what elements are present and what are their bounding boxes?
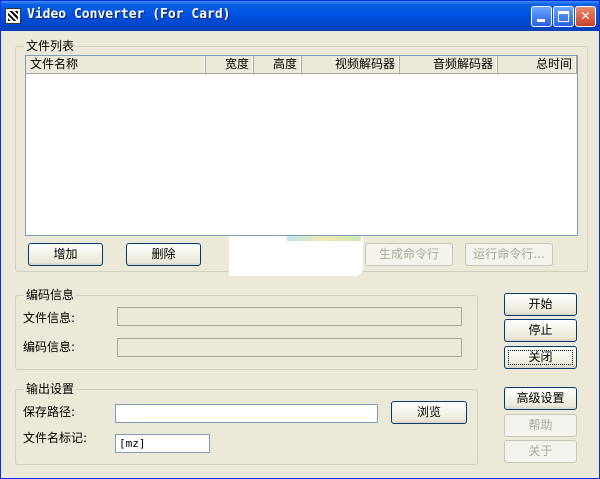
close-window-button[interactable]: ✕: [575, 6, 596, 27]
close-icon: ✕: [580, 9, 591, 23]
encode-info-legend: 编码信息: [24, 288, 77, 302]
file-info-label: 文件信息:: [23, 311, 76, 325]
column-header-audio-codec[interactable]: 音频解码器: [400, 56, 498, 73]
save-path-input[interactable]: [115, 404, 378, 423]
column-header-filename[interactable]: 文件名称: [26, 56, 206, 73]
close-button[interactable]: 关闭: [504, 346, 577, 369]
filename-tag-input[interactable]: [mz]: [115, 434, 210, 453]
minimize-button[interactable]: [531, 6, 552, 27]
start-button[interactable]: 开始: [504, 293, 577, 316]
delete-button[interactable]: 删除: [126, 243, 201, 266]
about-button[interactable]: 关于: [504, 440, 577, 463]
render-artifact: [229, 236, 363, 276]
save-path-label: 保存路径:: [23, 405, 76, 419]
file-list-legend: 文件列表: [24, 39, 77, 53]
file-info-field: [117, 307, 462, 326]
browse-button[interactable]: 浏览: [391, 401, 467, 424]
column-header-height[interactable]: 高度: [254, 56, 302, 73]
maximize-icon: [558, 11, 569, 22]
maximize-button[interactable]: [553, 6, 574, 27]
file-list-view[interactable]: 文件名称 宽度 高度 视频解码器 音频解码器 总时间: [25, 55, 578, 236]
run-command-button[interactable]: 运行命令行...: [465, 243, 553, 266]
filename-tag-label: 文件名标记:: [23, 431, 88, 445]
encode-info-label: 编码信息:: [23, 340, 76, 354]
app-icon[interactable]: [5, 8, 21, 24]
minimize-icon: [537, 19, 545, 22]
advanced-settings-button[interactable]: 高级设置: [504, 387, 577, 410]
file-list-header: 文件名称 宽度 高度 视频解码器 音频解码器 总时间: [26, 56, 577, 74]
column-header-duration[interactable]: 总时间: [498, 56, 577, 73]
column-header-video-codec[interactable]: 视频解码器: [302, 56, 400, 73]
column-header-width[interactable]: 宽度: [206, 56, 254, 73]
add-button[interactable]: 增加: [28, 243, 103, 266]
title-bar[interactable]: Video Converter (For Card) ✕: [1, 1, 599, 31]
generate-command-button[interactable]: 生成命令行: [365, 243, 453, 266]
output-settings-legend: 输出设置: [24, 382, 77, 396]
window-title: Video Converter (For Card): [27, 7, 231, 22]
help-button[interactable]: 帮助: [504, 414, 577, 437]
stop-button[interactable]: 停止: [504, 319, 577, 342]
main-window: Video Converter (For Card) ✕ 文件列表 文件名称 宽…: [0, 0, 600, 479]
encode-info-field: [117, 338, 462, 357]
